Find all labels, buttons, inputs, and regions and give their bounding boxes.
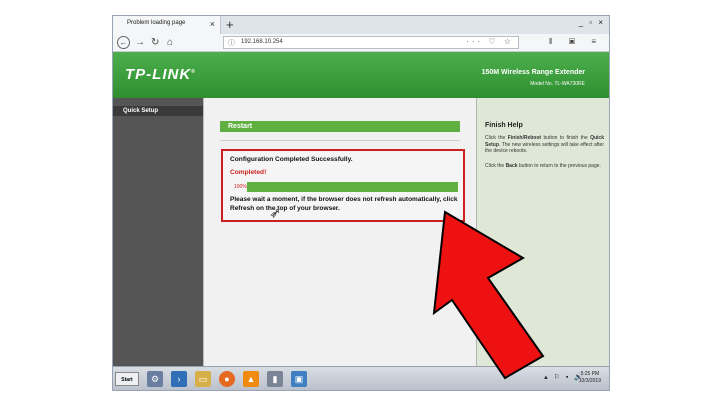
forward-arrow-icon[interactable]: → — [135, 36, 145, 49]
progress-bar — [247, 182, 458, 192]
router-banner: TP-LINK® 150M Wireless Range Extender Mo… — [113, 52, 609, 98]
mouse-cursor-icon: ➶ — [270, 205, 282, 221]
page-actions-icons[interactable]: ··· ♡ ☆ — [466, 37, 514, 46]
help-text: button to return to the previous page. — [517, 163, 601, 169]
status-highlight-box: Configuration Completed Successfully. Co… — [221, 149, 465, 222]
remote-desktop-icon[interactable]: ▣ — [291, 371, 307, 387]
sidebar-item-quick-setup[interactable]: Quick Setup — [113, 106, 203, 116]
progress-bar-fill — [247, 182, 458, 192]
tab-strip: Problem loading page × + _ ▫ × — [113, 16, 609, 34]
product-name: 150M Wireless Range Extender — [481, 69, 585, 76]
left-menu: Quick Setup — [113, 98, 203, 366]
help-text: Click the — [485, 163, 506, 169]
status-title: Configuration Completed Successfully. — [230, 156, 353, 163]
address-bar[interactable]: ⓘ 192.168.10.254 ··· ♡ ☆ — [223, 36, 519, 49]
taskbar: Start ⚙ › ▭ ● ▲ ▮ ▣ ▴ ⚐ ▪ 🔊 5:25 PM 10/3/… — [113, 366, 609, 390]
help-text: Click the — [485, 135, 508, 141]
help-term-back: Back — [505, 163, 518, 169]
firefox-icon[interactable]: ● — [219, 371, 235, 387]
start-button[interactable]: Start — [115, 372, 139, 386]
back-arrow-icon[interactable]: ← — [117, 36, 130, 49]
file-explorer-icon[interactable]: ▭ — [195, 371, 211, 387]
help-panel: Finish Help Click the Finish/Reboot butt… — [476, 98, 609, 366]
wait-message: Please wait a moment, if the browser doe… — [230, 196, 458, 212]
network-icon[interactable]: ⚙ — [147, 371, 163, 387]
powershell-icon[interactable]: › — [171, 371, 187, 387]
info-icon[interactable]: ⓘ — [228, 38, 235, 48]
tab-title: Problem loading page — [127, 20, 186, 26]
tp-link-logo: TP-LINK® — [125, 66, 196, 83]
window-controls[interactable]: _ ▫ × — [579, 18, 605, 27]
progress-percent: 100% — [234, 184, 247, 190]
home-icon[interactable]: ⌂ — [167, 36, 173, 49]
help-paragraph-finish: Click the Finish/Reboot button to finish… — [485, 135, 604, 155]
screen: Problem loading page × + _ ▫ × ← → ↻ ⌂ ⓘ… — [112, 15, 610, 391]
main-content: Restart Configuration Completed Successf… — [203, 98, 476, 366]
reload-icon[interactable]: ↻ — [151, 36, 159, 49]
clock[interactable]: 5:25 PM 10/3/2019 — [579, 371, 601, 385]
help-paragraph-back: Click the Back button to return to the p… — [485, 163, 604, 170]
help-text: button to finish the — [541, 135, 591, 141]
close-tab-icon[interactable]: × — [210, 18, 215, 30]
logo-text: TP-LINK — [125, 66, 192, 83]
navigation-bar: ← → ↻ ⌂ ⓘ 192.168.10.254 ··· ♡ ☆ ⫴ ▣ ≡ — [113, 34, 609, 52]
clock-date: 10/3/2019 — [578, 378, 601, 384]
help-text: . The new wireless settings will take ef… — [485, 141, 604, 155]
clock-time: 5:25 PM — [580, 371, 600, 377]
browser-tab[interactable]: Problem loading page × — [113, 16, 221, 34]
registered-mark: ® — [191, 69, 196, 75]
vlc-icon[interactable]: ▲ — [243, 371, 259, 387]
divider — [220, 140, 460, 141]
section-title-restart: Restart — [220, 121, 460, 132]
toolbar-menu-icons[interactable]: ⫴ ▣ ≡ — [549, 37, 603, 47]
help-title: Finish Help — [485, 122, 523, 129]
completed-text: Completed! — [230, 169, 267, 176]
tools-icon[interactable]: ▮ — [267, 371, 283, 387]
url-text[interactable]: 192.168.10.254 — [241, 39, 283, 45]
model-number: Model No. TL-WA730RE — [530, 81, 585, 87]
new-tab-button[interactable]: + — [226, 16, 234, 34]
help-term-finish-reboot: Finish/Reboot — [507, 135, 542, 141]
